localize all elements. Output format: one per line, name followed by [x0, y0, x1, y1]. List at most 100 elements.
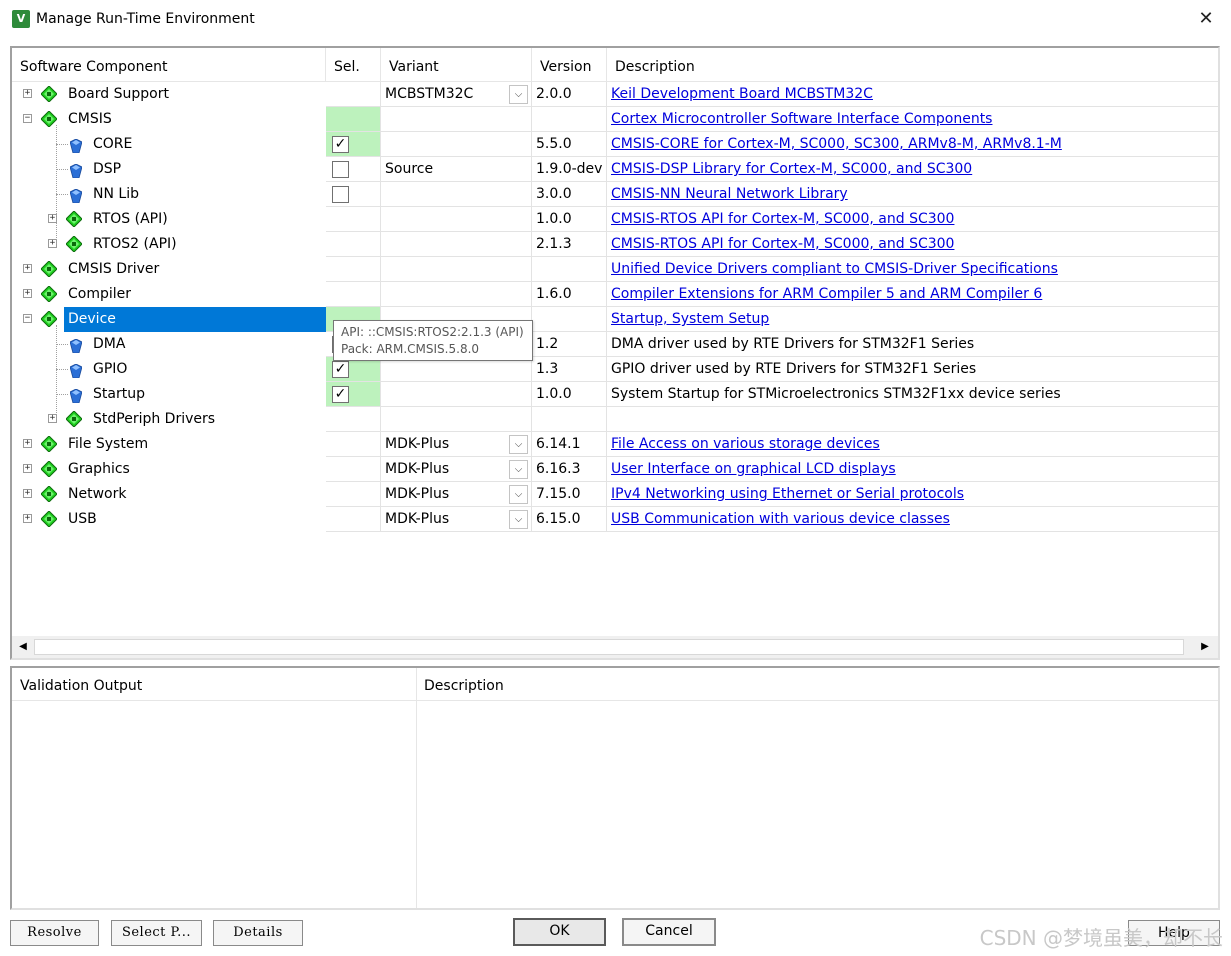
resolve-button[interactable]: Resolve	[10, 920, 99, 946]
table-row[interactable]: + Network MDK-Plus ⌵ 7.15.0 IPv4 Networking u…	[12, 482, 1218, 507]
description-cell[interactable]: File Access on various storage devices	[607, 432, 1218, 457]
description-cell[interactable]: USB Communication with various device cl…	[607, 507, 1218, 532]
variant-cell[interactable]: MDK-Plus ⌵	[381, 507, 532, 532]
collapse-icon[interactable]: −	[23, 114, 32, 123]
checkbox-unchecked[interactable]	[332, 161, 349, 178]
checkbox-unchecked[interactable]	[332, 186, 349, 203]
header-version[interactable]: Version	[532, 48, 607, 82]
component-cell[interactable]: + Compiler	[12, 282, 326, 307]
description-cell[interactable]: CMSIS-DSP Library for Cortex-M, SC000, a…	[607, 157, 1218, 182]
sel-cell[interactable]	[326, 82, 381, 107]
description-cell[interactable]: Compiler Extensions for ARM Compiler 5 a…	[607, 282, 1218, 307]
description-cell[interactable]: CMSIS-CORE for Cortex-M, SC000, SC300, A…	[607, 132, 1218, 157]
component-cell[interactable]: + Network	[12, 482, 326, 507]
table-row[interactable]: + Compiler 1.6.0 Compiler Extensions for AR…	[12, 282, 1218, 307]
sel-cell[interactable]: ✓	[326, 132, 381, 157]
table-row[interactable]: CORE ✓ 5.5.0 CMSIS-CORE for Cortex-M, SC000…	[12, 132, 1218, 157]
collapse-icon[interactable]: −	[23, 314, 32, 323]
table-row[interactable]: + File System MDK-Plus ⌵ 6.14.1 File Access o…	[12, 432, 1218, 457]
table-row[interactable]: + RTOS2 (API) 2.1.3 CMSIS-RTOS API for Cort…	[12, 232, 1218, 257]
sel-cell[interactable]	[326, 107, 381, 132]
scroll-right-icon[interactable]: ▶	[1196, 638, 1214, 656]
sel-cell[interactable]: ✓	[326, 382, 381, 407]
expand-icon[interactable]: +	[23, 489, 32, 498]
component-cell[interactable]: NN Lib	[12, 182, 326, 207]
component-cell[interactable]: DMA	[12, 332, 326, 357]
variant-cell[interactable]: MCBSTM32C ⌵	[381, 82, 532, 107]
expand-icon[interactable]: +	[23, 464, 32, 473]
description-cell[interactable]: CMSIS-RTOS API for Cortex-M, SC000, and …	[607, 232, 1218, 257]
description-cell[interactable]: Keil Development Board MCBSTM32C	[607, 82, 1218, 107]
scroll-left-icon[interactable]: ◀	[14, 638, 32, 656]
header-description[interactable]: Description	[607, 48, 1218, 82]
description-link[interactable]: CMSIS-RTOS API for Cortex-M, SC000, and …	[611, 236, 954, 252]
table-row[interactable]: DMA 1.2 DMA driver used by RTE Drivers for…	[12, 332, 1218, 357]
component-cell[interactable]: + USB	[12, 507, 326, 532]
description-link[interactable]: Cortex Microcontroller Software Interfac…	[611, 111, 992, 127]
horizontal-scrollbar[interactable]: ◀ ▶	[12, 636, 1218, 658]
sel-cell[interactable]	[326, 232, 381, 257]
component-cell[interactable]: Startup	[12, 382, 326, 407]
sel-cell[interactable]	[326, 507, 381, 532]
header-validation-description[interactable]: Description	[416, 668, 1216, 701]
description-link[interactable]: USB Communication with various device cl…	[611, 511, 950, 527]
sel-cell[interactable]	[326, 432, 381, 457]
description-cell[interactable]: Unified Device Drivers compliant to CMSI…	[607, 257, 1218, 282]
component-cell[interactable]: + File System	[12, 432, 326, 457]
variant-cell[interactable]: MDK-Plus ⌵	[381, 482, 532, 507]
expand-icon[interactable]: +	[23, 289, 32, 298]
table-row[interactable]: NN Lib 3.0.0 CMSIS-NN Neural Network Libra…	[12, 182, 1218, 207]
table-row[interactable]: + Graphics MDK-Plus ⌵ 6.16.3 User Interface o…	[12, 457, 1218, 482]
table-row[interactable]: + CMSIS Driver Unified Device Drivers comp…	[12, 257, 1218, 282]
component-cell[interactable]: GPIO	[12, 357, 326, 382]
component-cell[interactable]: + StdPeriph Drivers	[12, 407, 326, 432]
component-cell[interactable]: CORE	[12, 132, 326, 157]
sel-cell[interactable]	[326, 282, 381, 307]
component-cell[interactable]: + CMSIS Driver	[12, 257, 326, 282]
description-link[interactable]: Unified Device Drivers compliant to CMSI…	[611, 261, 1058, 277]
variant-cell[interactable]: MDK-Plus ⌵	[381, 432, 532, 457]
sel-cell[interactable]	[326, 407, 381, 432]
component-cell[interactable]: − Device	[12, 307, 326, 332]
table-row[interactable]: Startup ✓ 1.0.0 System Startup for STMicroe…	[12, 382, 1218, 407]
description-link[interactable]: CMSIS-RTOS API for Cortex-M, SC000, and …	[611, 211, 954, 227]
description-cell[interactable]: Cortex Microcontroller Software Interfac…	[607, 107, 1218, 132]
table-row[interactable]: + RTOS (API) 1.0.0 CMSIS-RTOS API for Corte…	[12, 207, 1218, 232]
ok-button[interactable]: OK	[513, 918, 606, 946]
header-variant[interactable]: Variant	[381, 48, 532, 82]
cancel-button[interactable]: Cancel	[622, 918, 716, 946]
expand-icon[interactable]: +	[23, 439, 32, 448]
header-validation-output[interactable]: Validation Output	[12, 668, 416, 701]
variant-cell[interactable]: MDK-Plus ⌵	[381, 457, 532, 482]
scrollbar-thumb[interactable]	[34, 639, 1184, 655]
chevron-down-icon[interactable]: ⌵	[509, 510, 528, 529]
table-row[interactable]: + StdPeriph Drivers	[12, 407, 1218, 432]
chevron-down-icon[interactable]: ⌵	[509, 435, 528, 454]
table-row[interactable]: DSP Source 1.9.0-dev CMSIS-DSP Library for …	[12, 157, 1218, 182]
component-cell[interactable]: DSP	[12, 157, 326, 182]
expand-icon[interactable]: +	[23, 514, 32, 523]
details-button[interactable]: Details	[213, 920, 303, 946]
checkbox-checked[interactable]: ✓	[332, 386, 349, 403]
close-icon[interactable]: ✕	[1195, 8, 1217, 30]
table-row[interactable]: GPIO ✓ 1.3 GPIO driver used by RTE Drivers …	[12, 357, 1218, 382]
component-cell[interactable]: + Graphics	[12, 457, 326, 482]
description-link[interactable]: Startup, System Setup	[611, 311, 769, 327]
chevron-down-icon[interactable]: ⌵	[509, 85, 528, 104]
table-row[interactable]: − Device Startup, System Setup	[12, 307, 1218, 332]
sel-cell[interactable]	[326, 457, 381, 482]
table-row[interactable]: + Board Support MCBSTM32C ⌵ 2.0.0 Keil Develo…	[12, 82, 1218, 107]
component-cell[interactable]: + RTOS (API)	[12, 207, 326, 232]
sel-cell[interactable]	[326, 482, 381, 507]
checkbox-checked[interactable]: ✓	[332, 136, 349, 153]
sel-cell[interactable]	[326, 257, 381, 282]
table-row[interactable]: − CMSIS Cortex Microcontroller Software In…	[12, 107, 1218, 132]
description-cell[interactable]: IPv4 Networking using Ethernet or Serial…	[607, 482, 1218, 507]
select-packs-button[interactable]: Select P...	[111, 920, 202, 946]
description-cell[interactable]: CMSIS-RTOS API for Cortex-M, SC000, and …	[607, 207, 1218, 232]
chevron-down-icon[interactable]: ⌵	[509, 460, 528, 479]
component-cell[interactable]: + RTOS2 (API)	[12, 232, 326, 257]
expand-icon[interactable]: +	[23, 89, 32, 98]
description-link[interactable]: IPv4 Networking using Ethernet or Serial…	[611, 486, 964, 502]
sel-cell[interactable]	[326, 157, 381, 182]
